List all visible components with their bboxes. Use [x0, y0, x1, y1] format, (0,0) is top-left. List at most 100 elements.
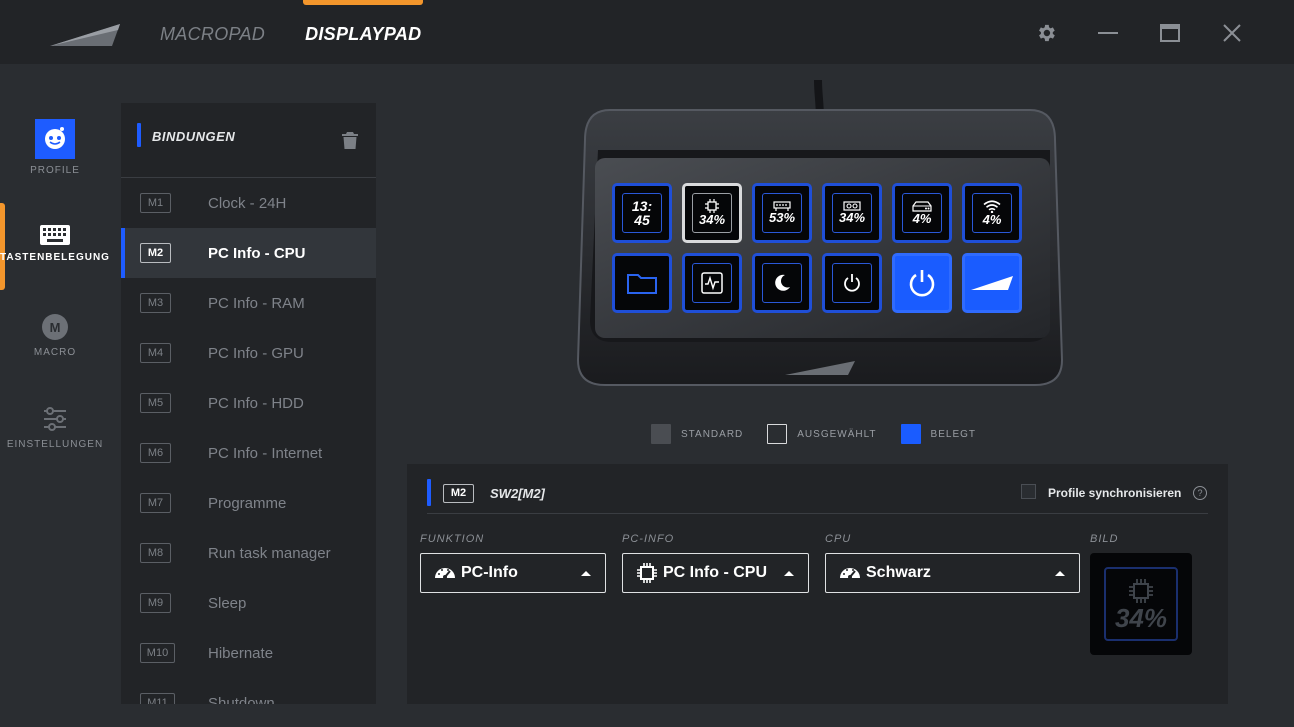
macro-tag: M8	[140, 543, 171, 563]
bild-label: BILD	[1090, 533, 1119, 545]
wifi-icon	[983, 199, 1001, 213]
list-item[interactable]: M3 PC Info - RAM	[121, 278, 376, 328]
binding-name: Hibernate	[208, 644, 274, 662]
key-config-panel: M2 SW2[M2] Profile synchronisieren ? FUN…	[407, 464, 1228, 704]
maximize-icon[interactable]	[1159, 22, 1181, 44]
list-item[interactable]: M4 PC Info - GPU	[121, 328, 376, 378]
sliders-icon	[44, 407, 66, 431]
moon-icon	[775, 274, 790, 291]
macro-m-icon: M	[42, 314, 68, 340]
key-programs[interactable]	[612, 253, 672, 313]
funktion-select[interactable]: PC-Info	[420, 553, 606, 593]
list-item[interactable]: M10 Hibernate	[121, 628, 376, 678]
key-display: 13: 45	[622, 193, 662, 233]
profile-avatar-icon	[35, 119, 75, 159]
binding-name: PC Info - RAM	[208, 294, 305, 312]
bindings-list: M1 Clock - 24H M2 PC Info - CPU M3 PC Info …	[121, 178, 376, 704]
key-display: 4%	[972, 193, 1012, 233]
cpu-style-select[interactable]: Schwarz	[825, 553, 1080, 593]
list-item[interactable]: M9 Sleep	[121, 578, 376, 628]
caret-up-icon	[581, 571, 591, 576]
key-value: 4%	[912, 210, 932, 226]
brand-logo-icon	[971, 276, 1013, 290]
key-hibernate[interactable]	[822, 253, 882, 313]
macro-tag: M10	[140, 643, 175, 663]
gauge-icon	[435, 568, 455, 579]
help-icon[interactable]: ?	[1193, 486, 1207, 500]
keyboard-icon	[40, 225, 70, 245]
key-clock-hours: 13:	[631, 198, 653, 214]
key-internet[interactable]: 4%	[962, 183, 1022, 243]
accent-bar	[427, 479, 431, 506]
key-shutdown[interactable]	[892, 253, 952, 313]
funktion-label: FUNKTION	[420, 533, 485, 545]
key-hdd[interactable]: 4%	[892, 183, 952, 243]
gear-icon[interactable]	[1035, 22, 1057, 44]
gauge-icon	[840, 568, 860, 579]
legend-label: BELEGT	[930, 428, 977, 440]
rail-item-profile[interactable]: PROFILE	[0, 119, 110, 176]
key-cpu[interactable]: 34%	[682, 183, 742, 243]
bindings-header: BINDUNGEN	[121, 103, 376, 178]
binding-name: PC Info - HDD	[208, 394, 304, 412]
pcinfo-value: PC Info - CPU	[663, 564, 767, 581]
list-item[interactable]: M1 Clock - 24H	[121, 178, 376, 228]
config-title: SW2[M2]	[490, 486, 545, 501]
binding-name: Clock - 24H	[208, 194, 287, 212]
rail-item-einstellungen[interactable]: EINSTELLUNGEN	[0, 405, 110, 450]
binding-name: PC Info - CPU	[208, 244, 306, 262]
macro-tag: M5	[140, 393, 171, 413]
tab-macropad[interactable]: MACROPAD	[160, 0, 265, 64]
binding-name: Programme	[208, 494, 287, 512]
power-icon	[844, 274, 860, 292]
displaypad-device: 13: 45 34% 53% 34% 4% 4%	[560, 80, 1080, 400]
key-task-manager[interactable]	[682, 253, 742, 313]
key-value: 4%	[982, 211, 1002, 227]
macro-tag: M2	[443, 484, 474, 503]
binding-name: PC Info - Internet	[208, 444, 323, 462]
key-clock[interactable]: 13: 45	[612, 183, 672, 243]
pcinfo-select[interactable]: PC Info - CPU	[622, 553, 809, 593]
list-item[interactable]: M6 PC Info - Internet	[121, 428, 376, 478]
list-item[interactable]: M5 PC Info - HDD	[121, 378, 376, 428]
cpu-style-value: Schwarz	[866, 564, 931, 581]
key-brand[interactable]	[962, 253, 1022, 313]
list-item[interactable]: M7 Programme	[121, 478, 376, 528]
bindings-panel: BINDUNGEN M1 Clock - 24H M2 PC Info - CPU …	[121, 103, 376, 704]
rail-item-macro[interactable]: M MACRO	[0, 313, 110, 358]
list-item[interactable]: M11 Shutdown	[121, 678, 376, 704]
minimize-icon[interactable]	[1097, 22, 1119, 44]
key-gpu[interactable]: 34%	[822, 183, 882, 243]
close-icon[interactable]	[1221, 22, 1243, 44]
bild-preview[interactable]: 34%	[1090, 553, 1192, 655]
legend-swatch-selected	[767, 424, 788, 444]
trash-icon[interactable]	[342, 131, 358, 149]
binding-name: Shutdown	[208, 694, 275, 705]
rail-label: TASTENBELEGUNG	[0, 252, 110, 263]
brand-logo-icon	[50, 24, 120, 46]
macro-tag: M11	[140, 693, 175, 704]
rail-item-tastenbelegung[interactable]: TASTENBELEGUNG	[0, 224, 110, 263]
key-ram[interactable]: 53%	[752, 183, 812, 243]
macro-tag: M3	[140, 293, 171, 313]
key-display	[762, 263, 802, 303]
key-sleep[interactable]	[752, 253, 812, 313]
bild-value: 34%	[1114, 603, 1168, 633]
bindings-title: BINDUNGEN	[152, 129, 236, 144]
folder-icon	[627, 274, 657, 294]
key-value: 34%	[698, 212, 726, 227]
legend-swatch-standard	[651, 424, 671, 444]
key-display: 4%	[902, 193, 942, 233]
cpu-label: CPU	[825, 533, 852, 545]
macro-tag: M4	[140, 343, 171, 363]
legend-label: AUSGEWÄHLT	[797, 428, 877, 440]
sync-profiles-checkbox[interactable]	[1021, 484, 1036, 499]
binding-name: Sleep	[208, 594, 247, 612]
sync-profiles-label: Profile synchronisieren	[1048, 486, 1182, 500]
list-item[interactable]: M2 PC Info - CPU	[121, 228, 376, 278]
cpu-chip-icon	[1129, 579, 1153, 603]
top-navigation: MACROPAD DISPLAYPAD	[160, 0, 461, 64]
tab-displaypad[interactable]: DISPLAYPAD	[303, 0, 424, 64]
hdd-icon	[912, 200, 932, 212]
list-item[interactable]: M8 Run task manager	[121, 528, 376, 578]
